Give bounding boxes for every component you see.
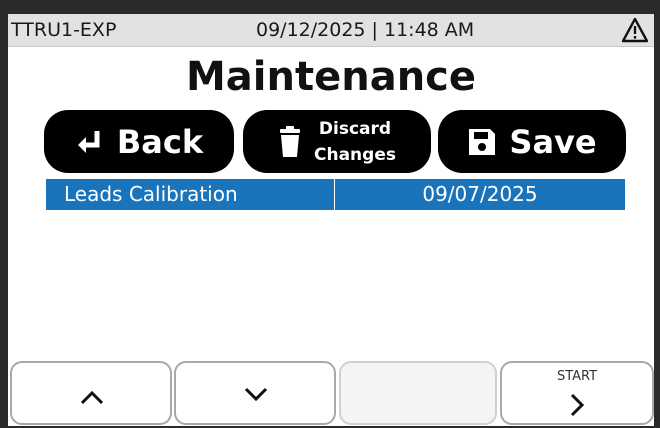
discard-label-line1: Discard [318, 118, 392, 139]
start-label: START [556, 369, 598, 384]
discard-label-line2: Changes [314, 144, 396, 165]
back-button[interactable]: Back [44, 110, 234, 173]
page-title: Maintenance [185, 54, 477, 100]
save-button[interactable]: Save [438, 110, 626, 173]
save-label: Save [509, 122, 597, 161]
scroll-down-button[interactable] [174, 361, 336, 425]
return-arrow-icon [77, 130, 100, 153]
chevron-down-icon [244, 387, 268, 402]
discard-label: Discard Changes [314, 116, 396, 168]
status-bar: TTRU1-EXP 09/12/2025 | 11:48 AM [8, 14, 654, 47]
device-name: TTRU1-EXP [11, 19, 117, 41]
floppy-disk-icon [469, 128, 496, 155]
chevron-up-icon [80, 390, 104, 405]
start-button[interactable]: START [500, 361, 654, 425]
chevron-right-icon [570, 393, 584, 417]
back-label: Back [116, 122, 204, 161]
discard-changes-button[interactable]: Discard Changes [243, 110, 431, 173]
trash-icon [280, 125, 300, 157]
date-time: 09/12/2025 | 11:48 AM [256, 19, 475, 41]
scroll-up-button[interactable] [10, 361, 172, 425]
warning-triangle-icon[interactable] [622, 17, 648, 43]
device-screen: TTRU1-EXP 09/12/2025 | 11:48 AM Maintena… [8, 14, 654, 426]
list-item-name: Leads Calibration [64, 182, 238, 206]
empty-nav-slot [339, 361, 497, 425]
list-item-date: 09/07/2025 [422, 182, 538, 206]
list-item[interactable]: Leads Calibration 09/07/2025 [46, 179, 625, 210]
